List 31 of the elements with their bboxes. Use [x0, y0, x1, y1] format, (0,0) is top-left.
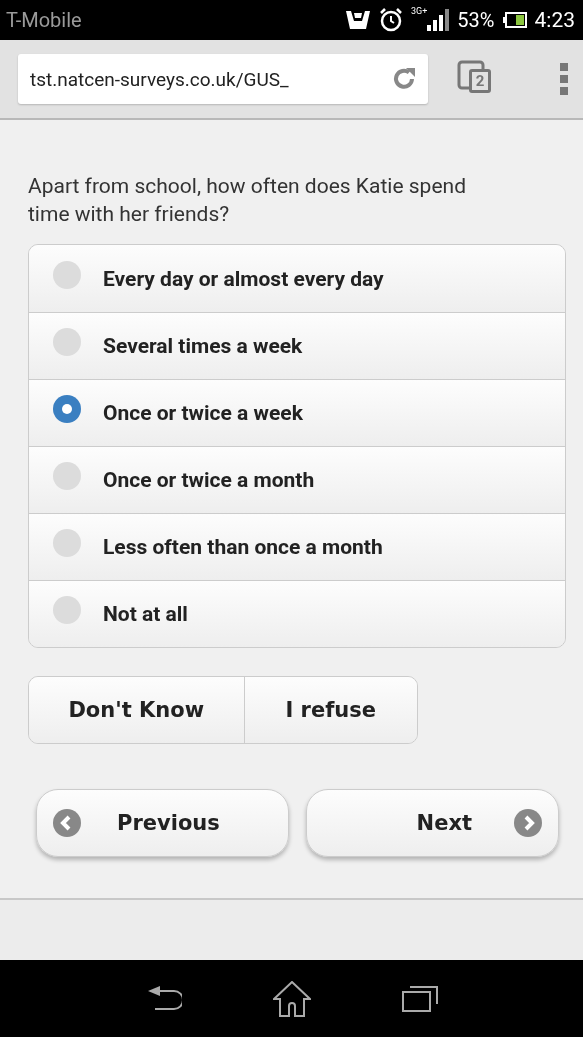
next-button[interactable]: Next [306, 789, 559, 857]
radio-button[interactable] [53, 596, 81, 624]
radio-button[interactable] [53, 395, 81, 423]
option-label: Every day or almost every day [103, 266, 384, 291]
tab-count: 2 [469, 69, 491, 93]
radio-button[interactable] [53, 328, 81, 356]
previous-button[interactable]: Previous [36, 789, 289, 857]
question-text: Apart from school, how often does Katie spend time with her friends? [28, 173, 467, 228]
radio-button[interactable] [53, 462, 81, 490]
signal-icon [427, 9, 450, 31]
hands-icon [345, 9, 372, 31]
carrier-name: T-Mobile [6, 8, 83, 32]
option-label: Not at all [103, 602, 188, 626]
option-label: Once or twice a month [103, 468, 315, 492]
response-button[interactable]: I refuse [243, 677, 417, 743]
option-label: Less often than once a month [103, 535, 383, 559]
alarm-clock-icon [379, 8, 404, 32]
battery-icon [502, 12, 527, 28]
option-label: Once or twice a week [103, 401, 303, 425]
home-icon[interactable] [272, 980, 311, 1017]
radio-button[interactable] [53, 260, 81, 289]
address-bar[interactable]: tst.natcen-surveys.co.uk/GUS_ [18, 54, 428, 104]
option-label: Several times a week [103, 334, 303, 358]
recent-apps-icon[interactable] [401, 985, 438, 1012]
response-button[interactable]: Don't Know [29, 677, 244, 743]
battery-percent: 53% [457, 8, 495, 32]
clock-time: 4:23 [534, 8, 575, 32]
menu-icon[interactable] [559, 63, 569, 95]
network-type: 3G+ [411, 6, 428, 16]
answer-option[interactable]: Not at all [29, 580, 565, 647]
radio-button[interactable] [53, 529, 81, 557]
